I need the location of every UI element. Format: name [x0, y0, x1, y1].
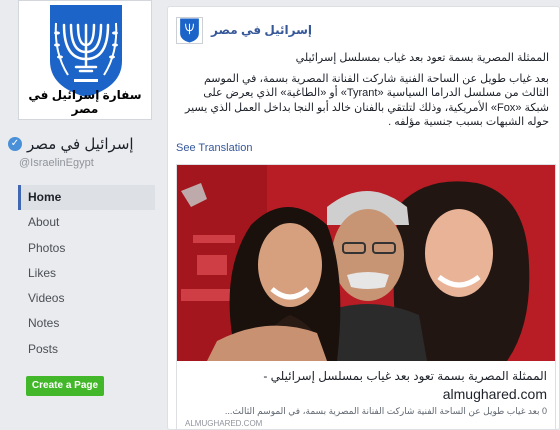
post-paragraph: الممثلة المصرية بسمة تعود بعد غياب بمسلس… — [295, 52, 549, 64]
israel-emblem-icon — [50, 5, 122, 97]
link-title[interactable]: الممثلة المصرية بسمة تعود بعد غياب بمسلس… — [185, 368, 547, 385]
photo-of-three-people — [177, 165, 555, 361]
page-nav: Home About Photos Likes Videos Notes Pos… — [18, 185, 155, 362]
page-name-row: ✓ إسرائيل في مصر — [8, 134, 168, 154]
link-preview-text[interactable]: الممثلة المصرية بسمة تعود بعد غياب بمسلس… — [177, 362, 555, 429]
post-header: إسرائيل في مصر — [176, 15, 312, 45]
israel-emblem-icon — [180, 18, 199, 42]
post-text: الممثلة المصرية بسمة تعود بعد غياب بمسلس… — [176, 51, 549, 136]
create-page-button[interactable]: Create a Page — [26, 376, 104, 396]
profile-picture[interactable]: سفارة إسرائيل في مصر — [18, 0, 152, 120]
nav-item-likes[interactable]: Likes — [18, 261, 155, 286]
post-avatar[interactable] — [176, 16, 203, 44]
left-sidebar: سفارة إسرائيل في مصر ✓ إسرائيل في مصر @I… — [0, 0, 165, 430]
nav-item-photos[interactable]: Photos — [18, 236, 155, 261]
link-description: 0 بعد غياب طويل عن الساحة الفنية شاركت ا… — [224, 406, 547, 416]
link-preview-card[interactable]: الممثلة المصرية بسمة تعود بعد غياب بمسلس… — [176, 164, 556, 429]
link-domain: almughared.com — [442, 386, 547, 402]
verified-badge-icon: ✓ — [8, 137, 22, 151]
post-card: إسرائيل في مصر الممثلة المصرية بسمة تعود… — [167, 6, 560, 430]
profile-caption: سفارة إسرائيل في مصر — [28, 88, 142, 116]
page-handle: @IsraelinEgypt — [19, 157, 94, 169]
nav-item-posts[interactable]: Posts — [18, 337, 155, 362]
page-name[interactable]: إسرائيل في مصر — [27, 135, 134, 153]
post-paragraph: بعد غياب طويل عن الساحة الفنية شاركت الف… — [185, 72, 549, 129]
nav-item-notes[interactable]: Notes — [18, 311, 155, 336]
nav-item-about[interactable]: About — [18, 210, 155, 235]
nav-item-videos[interactable]: Videos — [18, 286, 155, 311]
see-translation-link[interactable]: See Translation — [176, 142, 252, 154]
link-preview-image[interactable] — [177, 165, 555, 361]
nav-item-home[interactable]: Home — [18, 185, 155, 211]
link-source: ALMUGHARED.COM — [185, 419, 263, 428]
post-author[interactable]: إسرائيل في مصر — [211, 23, 312, 37]
